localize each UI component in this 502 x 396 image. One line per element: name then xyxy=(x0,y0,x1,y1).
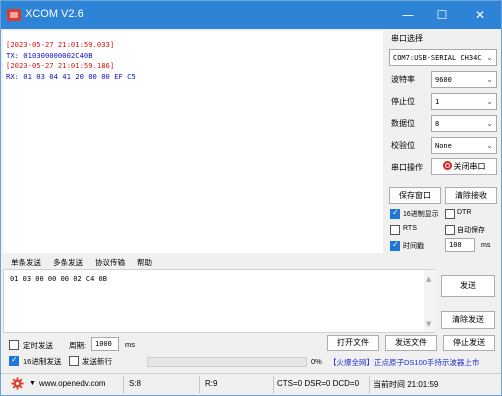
received-count: R:9 xyxy=(205,379,218,388)
timestamp-checkbox[interactable] xyxy=(390,240,400,251)
rts-label: RTS xyxy=(403,225,417,232)
status-divider xyxy=(123,376,124,393)
hex-send-label: 16进制发送 xyxy=(23,357,62,366)
send-tabs: 单条发送 多条发送 协议传输 帮助 xyxy=(3,255,383,271)
timestamp-unit: ms xyxy=(481,242,491,249)
send-button[interactable]: 发送 xyxy=(441,275,495,297)
website-link[interactable]: www.openedv.com xyxy=(39,379,106,388)
chevron-down-icon: ⌄ xyxy=(486,141,493,150)
parity-label: 校验位 xyxy=(391,141,415,150)
title-bar: XCOM V2.6 — ☐ ✕ xyxy=(1,1,501,29)
scroll-down-icon[interactable]: ▼ xyxy=(426,320,431,328)
ad-link[interactable]: 【火爆全网】正点原子DS100手持示波器上市 xyxy=(329,357,479,368)
tab-help[interactable]: 帮助 xyxy=(137,255,152,270)
timed-send-checkbox[interactable] xyxy=(9,340,19,350)
send-scrollbar[interactable]: ▲ ▼ xyxy=(424,270,435,332)
databit-select[interactable]: 8 ⌄ xyxy=(431,115,497,132)
chevron-down-icon: ⌄ xyxy=(486,53,493,62)
close-port-label: 关闭串口 xyxy=(453,162,486,171)
period-label: 周期: xyxy=(69,341,87,350)
baud-value: 9600 xyxy=(435,76,452,84)
menu-dropdown-icon[interactable]: ▼ xyxy=(29,380,36,387)
minimize-button[interactable]: — xyxy=(391,1,425,29)
maximize-button[interactable]: ☐ xyxy=(425,1,459,29)
parity-value: None xyxy=(435,142,452,150)
close-port-button[interactable]: 关闭串口 xyxy=(431,158,497,175)
hex-display-label: 16进制显示 xyxy=(403,211,439,218)
gear-icon[interactable] xyxy=(11,377,24,390)
chevron-down-icon: ⌄ xyxy=(486,97,493,106)
sent-count: S:8 xyxy=(129,379,142,388)
dtr-label: DTR xyxy=(457,209,472,216)
tab-multi-send[interactable]: 多条发送 xyxy=(53,255,83,270)
timestamp-input[interactable]: 100 xyxy=(445,238,475,252)
recv-line: [2023-05-27 21:01:59.033] xyxy=(6,40,115,49)
baud-label: 波特率 xyxy=(391,75,415,84)
clear-receive-button[interactable]: 清除接收 xyxy=(445,187,497,204)
databit-label: 数据位 xyxy=(391,119,415,128)
status-divider xyxy=(199,376,200,393)
hex-display-checkbox[interactable] xyxy=(390,208,400,219)
progress-percent: 0% xyxy=(311,357,322,366)
status-divider xyxy=(369,376,370,393)
window-title: XCOM V2.6 xyxy=(25,8,84,20)
send-textarea[interactable]: 01 03 00 00 00 02 C4 0B ▲ ▼ xyxy=(3,269,435,333)
clear-send-button[interactable]: 清除发送 xyxy=(441,311,495,329)
baud-select[interactable]: 9600 ⌄ xyxy=(431,71,497,88)
stopbit-select[interactable]: 1 ⌄ xyxy=(431,93,497,110)
auto-save-label: 自动保存 xyxy=(457,227,485,234)
app-logo-icon xyxy=(7,9,21,21)
period-input[interactable]: 1000 xyxy=(91,337,119,351)
tab-protocol[interactable]: 协议传输 xyxy=(95,255,125,270)
send-newline-checkbox[interactable] xyxy=(69,356,79,366)
save-window-button[interactable]: 保存窗口 xyxy=(389,187,441,204)
settings-panel: 串口选择 COM7:USB-SERIAL CH34C ⌄ 波特率 9600 ⌄ … xyxy=(385,29,501,287)
stop-send-button[interactable]: 停止发送 xyxy=(443,335,495,351)
open-file-button[interactable]: 打开文件 xyxy=(327,335,379,351)
databit-value: 8 xyxy=(435,120,440,128)
close-button[interactable]: ✕ xyxy=(463,1,497,29)
send-progress-bar xyxy=(147,357,307,367)
recv-line: TX: 010300000002C40B xyxy=(6,50,93,60)
rts-checkbox[interactable] xyxy=(390,225,400,235)
port-value: COM7:USB-SERIAL CH34C xyxy=(393,54,482,62)
port-label: 串口选择 xyxy=(391,34,423,43)
app-window: XCOM V2.6 — ☐ ✕ [2023-05-27 21:01:59.033… xyxy=(0,0,502,396)
send-newline-label: 发送新行 xyxy=(82,357,112,366)
status-bar: ▼ www.openedv.com S:8 R:9 CTS=0 DSR=0 DC… xyxy=(1,373,501,395)
port-select[interactable]: COM7:USB-SERIAL CH34C ⌄ xyxy=(389,49,497,66)
hex-send-checkbox[interactable] xyxy=(9,355,19,366)
port-status-icon xyxy=(442,161,452,170)
recv-line: [2023-05-27 21:01:59.186] xyxy=(6,61,115,70)
line-status: CTS=0 DSR=0 DCD=0 xyxy=(277,379,360,388)
period-unit: ms xyxy=(125,340,135,349)
current-time: 当前时间 21:01:59 xyxy=(373,380,439,389)
receive-textarea[interactable]: [2023-05-27 21:01:59.033] TX: 0103000000… xyxy=(3,31,383,253)
timestamp-label: 时间戳 xyxy=(403,243,424,250)
timed-send-label: 定时发送 xyxy=(23,341,53,350)
status-divider xyxy=(273,376,274,393)
stopbit-label: 停止位 xyxy=(391,97,415,106)
send-text: 01 03 00 00 00 02 C4 0B xyxy=(10,275,107,283)
send-file-button[interactable]: 发送文件 xyxy=(385,335,437,351)
port-op-label: 串口操作 xyxy=(391,163,423,172)
chevron-down-icon: ⌄ xyxy=(486,75,493,84)
scroll-up-icon[interactable]: ▲ xyxy=(426,275,431,283)
auto-save-checkbox[interactable] xyxy=(445,225,455,235)
stopbit-value: 1 xyxy=(435,98,440,106)
dtr-checkbox[interactable] xyxy=(445,209,455,219)
chevron-down-icon: ⌄ xyxy=(486,119,493,128)
recv-line: RX: 01 03 04 41 20 00 00 EF C5 xyxy=(6,71,136,81)
parity-select[interactable]: None ⌄ xyxy=(431,137,497,154)
